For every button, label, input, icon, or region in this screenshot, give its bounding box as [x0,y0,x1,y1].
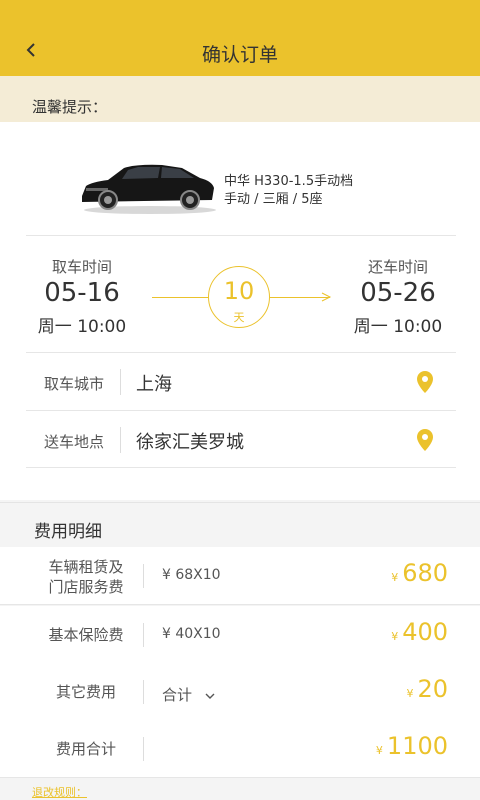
currency-symbol: ¥ [406,687,414,700]
refund-rules-link[interactable]: 退改规则： [32,784,87,800]
fee-section-title: 费用明细 [34,522,102,542]
location-pin-icon[interactable] [416,370,434,394]
fee-row-other[interactable]: 其它费用 合计 ¥20 [0,663,480,721]
delivery-location-row[interactable]: 送车地点 徐家汇美罗城 [26,411,456,468]
fee-label-line: 其它费用 [55,683,116,701]
separator [120,427,121,453]
duration-badge: 10 天 [208,266,270,328]
fee-label-line: 车辆租赁及 [48,558,124,576]
duration-days: 10 [223,277,255,305]
car-name: 中华 H330-1.5手动档 [224,174,354,189]
fee-detail: ¥ 68X10 [162,567,221,583]
fee-label-line: 门店服务费 [48,578,124,596]
fee-amount: ¥400 [391,618,448,646]
top-bar: 确认订单 [0,0,480,76]
car-spec: 手动 / 三厢 / 5座 [224,192,323,207]
fee-detail: ¥ 40X10 [162,626,221,642]
fee-amount-value: 20 [417,675,448,703]
duration-unit: 天 [233,311,245,324]
fee-label: 费用合计 [40,739,132,759]
tip-banner: 温馨提示： [0,76,480,122]
fee-section-header: 费用明细 [0,502,480,546]
fee-amount: ¥680 [391,559,448,587]
fee-amount: ¥20 [406,675,448,703]
fee-amount-value: 680 [402,559,448,587]
tip-label: 温馨提示： [32,98,108,116]
fee-label-line: 费用合计 [55,740,116,758]
fee-row-insurance: 基本保险费 ¥ 40X10 ¥400 [0,606,480,664]
fee-label: 基本保险费 [40,625,132,645]
fee-label: 其它费用 [40,682,132,702]
fee-label-line: 基本保险费 [48,626,124,644]
fee-detail-toggle[interactable]: 合计 [162,684,215,705]
divider [26,467,456,468]
car-image [82,164,216,214]
page-title: 确认订单 [201,44,278,66]
currency-symbol: ¥ [375,744,383,757]
fee-amount-value: 400 [402,618,448,646]
return-time-label: 还车时间 [367,258,428,276]
order-card: 中华 H330-1.5手动档 手动 / 三厢 / 5座 取车时间 05-16 周… [0,122,480,500]
separator [120,369,121,395]
return-date[interactable]: 05-26 [328,278,468,308]
chevron-down-icon [205,693,215,699]
separator [143,564,144,588]
fee-row-total: 费用合计 ¥1100 [0,720,480,778]
pickup-city-value: 上海 [136,374,172,395]
delivery-location-label: 送车地点 [44,433,105,451]
pickup-week-time[interactable]: 周一 10:00 [12,312,152,337]
pickup-city-label: 取车城市 [44,375,105,393]
duration-line-left [152,297,208,298]
pickup-city-row[interactable]: 取车城市 上海 [26,353,456,410]
fee-total-amount: ¥1100 [376,732,448,760]
pickup-time-label: 取车时间 [51,258,112,276]
location-pin-icon[interactable] [416,428,434,452]
pickup-date[interactable]: 05-16 [12,278,152,308]
fee-row-rental: 车辆租赁及 门店服务费 ¥ 68X10 ¥680 [0,547,480,605]
fee-detail-text: 合计 [162,686,193,704]
separator [143,623,144,647]
separator [143,680,144,704]
fee-amount-value: 1100 [386,732,448,760]
delivery-location-value: 徐家汇美罗城 [136,432,244,453]
fee-label: 车辆租赁及 门店服务费 [40,557,132,597]
currency-symbol: ¥ [391,571,399,584]
currency-symbol: ¥ [391,630,399,643]
return-week-time[interactable]: 周一 10:00 [328,312,468,337]
divider [26,235,456,236]
separator [143,737,144,761]
